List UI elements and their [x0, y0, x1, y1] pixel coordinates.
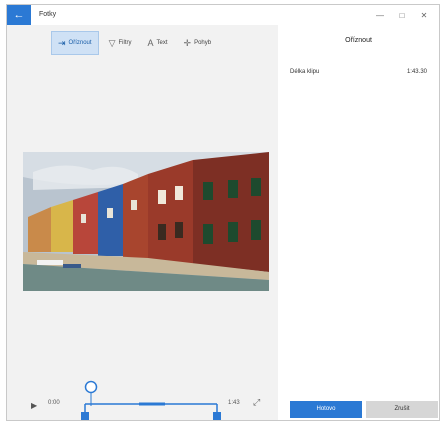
maximize-button[interactable]: □ — [391, 11, 413, 20]
tool-filters[interactable]: ▽ Filtry — [103, 32, 138, 54]
filter-icon: ▽ — [108, 37, 116, 48]
tool-motion[interactable]: ✛ Pohyb — [178, 32, 218, 54]
app-window: ← Fotky — □ ✕ ⇥ Oříznout ▽ Filtry A Text… — [6, 4, 440, 421]
tool-motion-label: Pohyb — [194, 40, 212, 46]
minimize-button[interactable]: — — [369, 11, 391, 20]
trim-panel: Oříznout Délka klipu 1:43.30 Hotovo Zruš… — [278, 25, 439, 420]
video-preview — [23, 152, 269, 291]
trim-icon: ⇥ — [58, 37, 66, 48]
cancel-button[interactable]: Zrušit — [366, 401, 438, 418]
duration-value: 1:43.30 — [406, 69, 427, 75]
tool-text-label: Text — [156, 40, 168, 46]
play-icon[interactable]: ▶ — [31, 401, 37, 410]
tool-trim[interactable]: ⇥ Oříznout — [51, 31, 99, 55]
close-button[interactable]: ✕ — [413, 11, 435, 20]
edit-toolbar: ⇥ Oříznout ▽ Filtry A Text ✛ Pohyb — [51, 31, 217, 55]
done-button[interactable]: Hotovo — [290, 401, 362, 418]
window-controls: — □ ✕ — [369, 5, 435, 25]
app-title: Fotky — [39, 11, 57, 18]
motion-icon: ✛ — [183, 37, 192, 48]
back-button[interactable]: ← — [7, 5, 31, 25]
end-time: 1:43 — [228, 400, 240, 406]
video-frame-image — [23, 152, 269, 291]
editor-pane: ⇥ Oříznout ▽ Filtry A Text ✛ Pohyb ▶ 0:0… — [7, 25, 278, 420]
tool-text[interactable]: A Text — [141, 32, 173, 54]
duration-label: Délka klipu — [290, 69, 320, 75]
panel-title: Oříznout — [345, 37, 372, 44]
title-bar: ← Fotky — □ ✕ — [7, 5, 439, 25]
fullscreen-icon[interactable]: ⤢ — [253, 397, 260, 408]
trim-track[interactable] — [81, 380, 221, 420]
tool-filters-label: Filtry — [118, 40, 132, 46]
tool-trim-label: Oříznout — [68, 40, 92, 46]
playhead-handle — [84, 380, 98, 394]
start-time: 0:00 — [48, 400, 60, 406]
trim-start-handle — [81, 412, 89, 420]
clip-duration-row: Délka klipu 1:43.30 — [290, 69, 427, 75]
trim-end-handle — [213, 412, 221, 420]
trim-timeline: ▶ 0:00 1:43 ⤢ — [7, 380, 278, 420]
text-icon: A — [147, 38, 154, 48]
back-arrow-icon: ← — [13, 9, 25, 21]
